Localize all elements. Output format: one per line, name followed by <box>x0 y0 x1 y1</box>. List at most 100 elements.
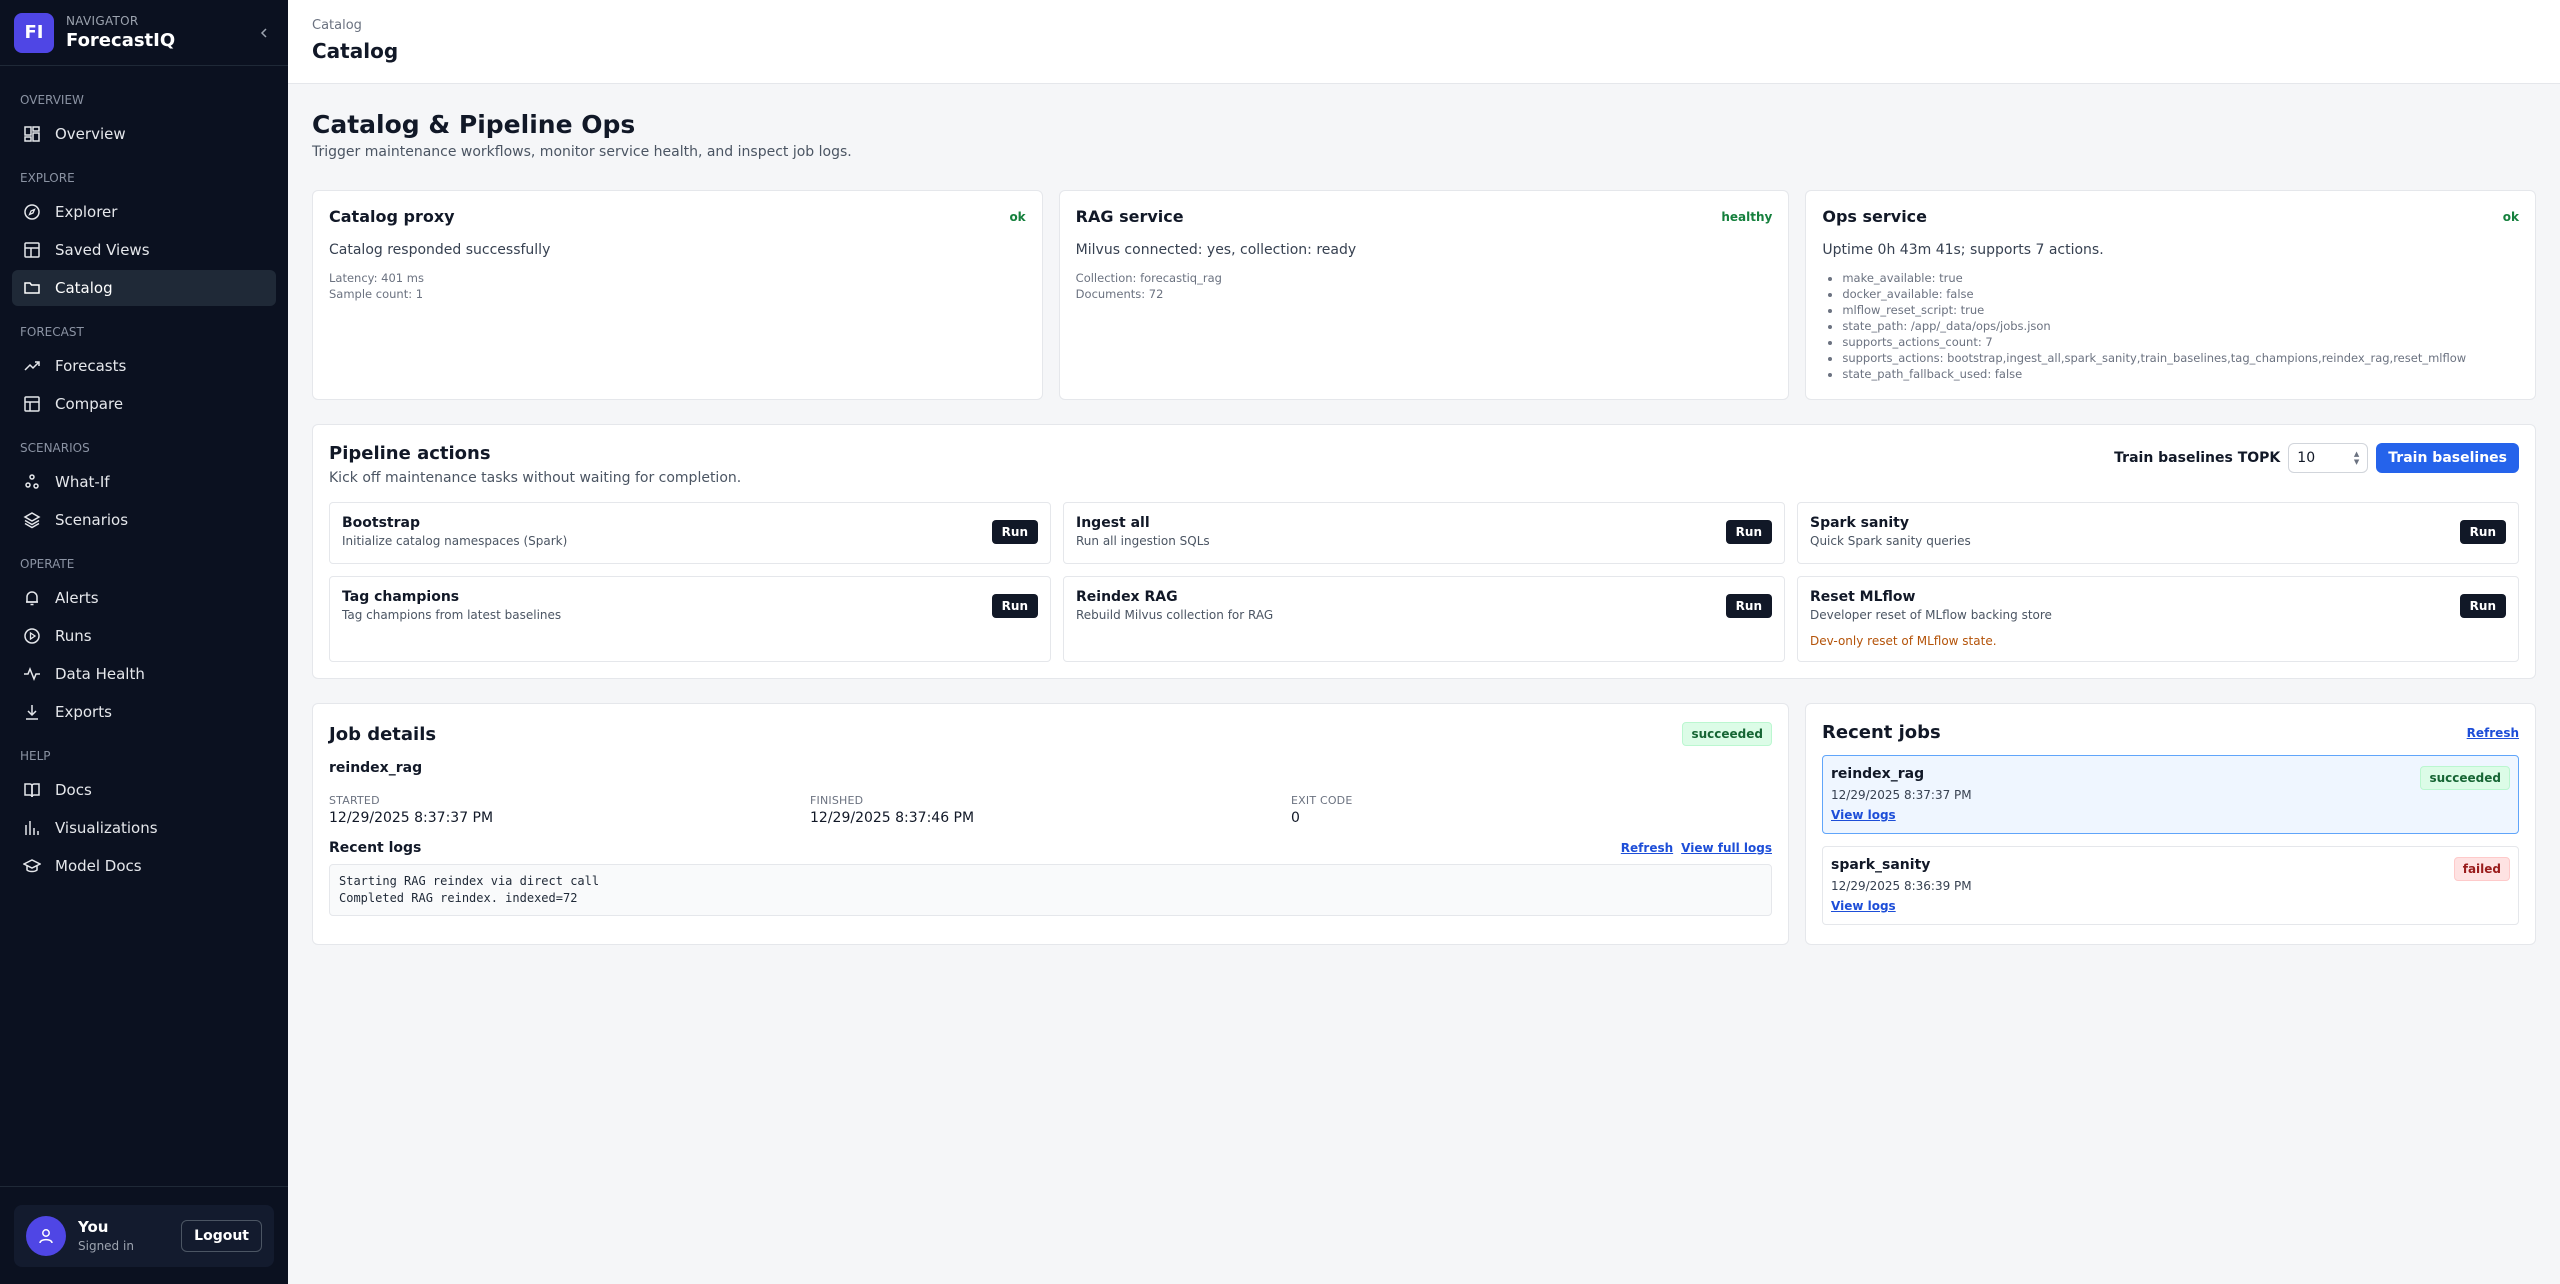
status-badge: healthy <box>1721 209 1773 224</box>
card-title: Ops service <box>1822 207 1928 226</box>
finished-label: FINISHED <box>810 794 864 807</box>
action-reindex-rag: Reindex RAG Rebuild Milvus collection fo… <box>1063 576 1785 662</box>
list-item: supports_actions: bootstrap,ingest_all,s… <box>1842 350 2519 366</box>
catalog-proxy-card: Catalog proxy ok Catalog responded succe… <box>312 190 1043 400</box>
layout-icon <box>24 242 40 258</box>
list-item: state_path: /app/_data/ops/jobs.json <box>1842 318 2519 334</box>
status-badge: succeeded <box>1682 722 1772 746</box>
status-badge: ok <box>1009 209 1026 224</box>
action-bootstrap: Bootstrap Initialize catalog namespaces … <box>329 502 1051 564</box>
topk-input[interactable]: 10 ▲ ▼ <box>2288 443 2369 473</box>
latency-text: Latency: 401 ms <box>329 271 424 285</box>
page-title: Catalog & Pipeline Ops <box>312 110 636 139</box>
pipeline-actions-card: Pipeline actions Kick off maintenance ta… <box>312 424 2536 679</box>
run-tag-champions-button[interactable]: Run <box>991 594 1038 618</box>
nav-section-overview: OVERVIEW <box>20 93 84 107</box>
list-item: make_available: true <box>1842 270 2519 286</box>
card-title: RAG service <box>1075 207 1184 226</box>
run-reindex-rag-button[interactable]: Run <box>1725 594 1772 618</box>
sidebar-item-forecasts[interactable]: Forecasts <box>12 348 276 384</box>
ops-details-list: make_available: true docker_available: f… <box>1822 270 2519 382</box>
rag-service-card: RAG service healthy Milvus connected: ye… <box>1058 190 1790 400</box>
view-full-logs-link[interactable]: View full logs <box>1681 841 1772 855</box>
sidebar-item-data-health[interactable]: Data Health <box>12 656 276 692</box>
documents-text: Documents: 72 <box>1075 287 1164 301</box>
brand-logo: FI <box>14 12 54 53</box>
sidebar: FI NAVIGATOR ForecastIQ OVERVIEW Overvie… <box>0 0 288 1284</box>
folder-icon <box>24 282 40 294</box>
user-status: Signed in <box>78 1239 134 1253</box>
service-status-row: Catalog proxy ok Catalog responded succe… <box>312 190 2537 400</box>
topk-label: Train baselines TOPK <box>2114 450 2281 466</box>
service-message: Catalog responded successfully <box>329 242 551 258</box>
run-spark-sanity-button[interactable]: Run <box>2459 520 2506 544</box>
sidebar-item-what-if[interactable]: What-If <box>12 464 276 500</box>
topbar: Catalog Catalog <box>288 0 2560 84</box>
collapse-sidebar-icon[interactable] <box>254 23 274 43</box>
sidebar-item-compare[interactable]: Compare <box>12 386 276 422</box>
sidebar-item-alerts[interactable]: Alerts <box>12 580 276 616</box>
view-logs-link[interactable]: View logs <box>1831 899 1896 913</box>
brand-name: ForecastIQ <box>66 30 176 51</box>
bell-icon <box>26 591 38 606</box>
logout-button[interactable]: Logout <box>181 1219 262 1252</box>
header-title: Catalog <box>312 39 399 63</box>
refresh-logs-link[interactable]: Refresh <box>1621 841 1673 855</box>
breadcrumb[interactable]: Catalog <box>312 18 2536 33</box>
sidebar-item-saved-views[interactable]: Saved Views <box>12 232 276 268</box>
run-reset-mlflow-button[interactable]: Run <box>2459 594 2506 618</box>
sidebar-item-runs[interactable]: Runs <box>12 618 276 654</box>
brand-subtitle: NAVIGATOR <box>66 14 139 28</box>
list-item: state_path_fallback_used: false <box>1842 366 2519 382</box>
sidebar-item-exports[interactable]: Exports <box>12 694 276 730</box>
view-logs-link[interactable]: View logs <box>1831 808 1896 822</box>
sidebar-item-catalog[interactable]: Catalog <box>12 270 276 306</box>
status-badge: failed <box>2453 857 2510 881</box>
sidebar-item-docs[interactable]: Docs <box>12 772 276 808</box>
compass-icon <box>24 204 40 220</box>
finished-value: 12/29/2025 8:37:46 PM <box>810 810 975 826</box>
user-name: You <box>78 1218 109 1236</box>
sidebar-nav: OVERVIEW Overview EXPLORE Explorer Saved… <box>0 66 288 1186</box>
card-title: Recent jobs <box>1822 722 1941 743</box>
card-title: Job details <box>329 723 437 745</box>
card-title: Pipeline actions <box>329 443 491 464</box>
service-message: Milvus connected: yes, collection: ready <box>1075 242 1357 258</box>
job-details-card: Job details succeeded reindex_rag STARTE… <box>312 703 1789 945</box>
sidebar-item-model-docs[interactable]: Model Docs <box>12 848 276 884</box>
user-icon <box>39 1228 53 1243</box>
action-ingest-all: Ingest all Run all ingestion SQLs Run <box>1063 502 1785 564</box>
brand-header: FI NAVIGATOR ForecastIQ <box>0 0 288 66</box>
list-item[interactable]: reindex_rag 12/29/2025 8:37:37 PM View l… <box>1822 755 2519 834</box>
list-item: mlflow_reset_script: true <box>1842 302 2519 318</box>
page-subtitle: Trigger maintenance workflows, monitor s… <box>312 144 852 160</box>
trending-up-icon <box>24 361 40 371</box>
sidebar-item-visualizations[interactable]: Visualizations <box>12 810 276 846</box>
dashboard-icon <box>24 126 40 142</box>
train-baselines-button[interactable]: Train baselines <box>2376 443 2519 473</box>
stepper-icon[interactable]: ▲ ▼ <box>2354 450 2359 466</box>
sidebar-item-explorer[interactable]: Explorer <box>12 194 276 230</box>
started-label: STARTED <box>329 794 380 807</box>
nav-section-operate: OPERATE <box>20 557 75 571</box>
main-area: Catalog Catalog Catalog & Pipeline Ops T… <box>288 0 2560 1284</box>
list-item[interactable]: spark_sanity 12/29/2025 8:36:39 PM View … <box>1822 846 2519 925</box>
status-badge: succeeded <box>2420 766 2510 790</box>
nav-section-explore: EXPLORE <box>20 171 75 185</box>
exit-code-value: 0 <box>1291 810 1300 826</box>
action-tag-champions: Tag champions Tag champions from latest … <box>329 576 1051 662</box>
nav-section-help: HELP <box>20 749 51 763</box>
compare-icon <box>24 396 40 412</box>
bar-chart-icon <box>25 821 39 835</box>
refresh-jobs-link[interactable]: Refresh <box>2467 726 2519 740</box>
play-circle-icon <box>24 628 40 644</box>
sidebar-item-scenarios[interactable]: Scenarios <box>12 502 276 538</box>
run-ingest-all-button[interactable]: Run <box>1725 520 1772 544</box>
nav-section-forecast: FORECAST <box>20 325 84 339</box>
exit-code-label: EXIT CODE <box>1291 794 1353 807</box>
sample-count-text: Sample count: 1 <box>329 287 424 301</box>
status-badge: ok <box>2502 209 2520 224</box>
run-bootstrap-button[interactable]: Run <box>991 520 1038 544</box>
download-icon <box>26 705 38 720</box>
sidebar-item-overview[interactable]: Overview <box>12 116 276 152</box>
